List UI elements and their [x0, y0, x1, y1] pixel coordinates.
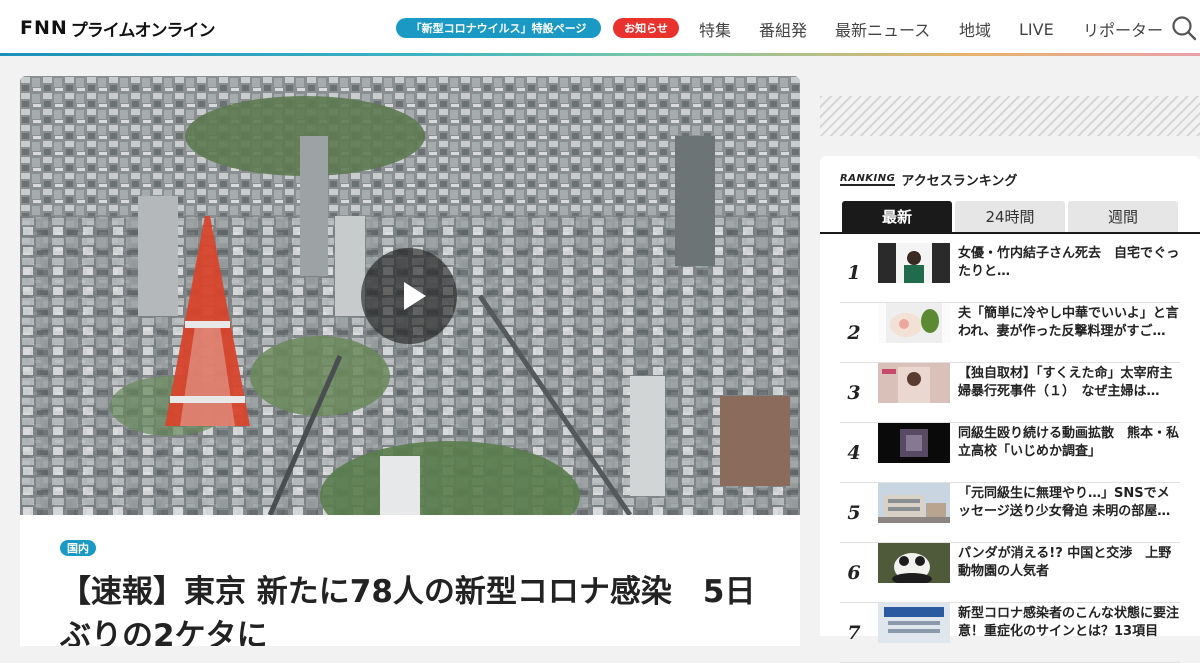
tab-24h[interactable]: 24時間	[955, 201, 1065, 232]
ranking-item[interactable]: 5 「元同級生に無理やり…」SNSでメッセージ送り少女脅迫 未明の部屋…	[840, 483, 1180, 543]
ranking-header: RANKING アクセスランキング	[840, 170, 1017, 189]
ranking-item[interactable]: 3 【独自取材】「すくえた命」太宰府主婦暴行死事件（１） なぜ主婦は…	[840, 363, 1180, 423]
ranking-item[interactable]: 4 同級生殴り続ける動画拡散 熊本・私立高校「いじめか調査」	[840, 423, 1180, 483]
ranking-thumbnail	[878, 243, 950, 283]
ranking-headline: 「元同級生に無理やり…」SNSでメッセージ送り少女脅迫 未明の部屋…	[958, 486, 1171, 519]
rank-number: 4	[847, 442, 861, 464]
ranking-panel: RANKING アクセスランキング 最新 24時間 週間 1 女優・竹内結子さん…	[820, 156, 1200, 663]
nav-features[interactable]: 特集	[699, 18, 731, 40]
ranking-thumbnail	[878, 603, 950, 643]
ranking-item[interactable]: 1 女優・竹内結子さん死去 自宅でぐったりと…	[840, 243, 1180, 303]
ranking-item[interactable]: 2 夫「簡単に冷やし中華でいいよ」と言われ、妻が作った反撃料理がすご…	[840, 303, 1180, 363]
rank-number: 2	[847, 322, 861, 344]
tab-latest[interactable]: 最新	[842, 201, 952, 232]
tab-weekly[interactable]: 週間	[1068, 201, 1178, 232]
play-icon	[404, 282, 426, 310]
article-headline[interactable]: 【速報】東京 新たに78人の新型コロナ感染 5日ぶりの2ケタに	[60, 570, 760, 646]
site-logo[interactable]: FNN プライムオンライン	[20, 17, 216, 41]
featured-article-card[interactable]: 国内 【速報】東京 新たに78人の新型コロナ感染 5日ぶりの2ケタに	[20, 76, 800, 646]
ranking-item[interactable]: 7 新型コロナ感染者のこんな状態に要注意！重症化のサインとは？13項目	[840, 603, 1180, 663]
ranking-headline: 女優・竹内結子さん死去 自宅でぐったりと…	[958, 246, 1180, 279]
ranking-headline: 新型コロナ感染者のこんな状態に要注意！重症化のサインとは？13項目	[958, 606, 1180, 639]
rank-number: 6	[847, 562, 861, 584]
ranking-headline: 夫「簡単に冷やし中華でいいよ」と言われ、妻が作った反撃料理がすご…	[958, 306, 1179, 339]
ranking-thumbnail	[878, 423, 950, 463]
hero-image[interactable]	[20, 76, 800, 515]
nav-live[interactable]: LIVE	[1019, 18, 1054, 40]
ranking-thumbnail	[878, 543, 950, 583]
ranking-thumbnail	[878, 483, 950, 523]
rank-number: 3	[847, 382, 861, 404]
ranking-title: アクセスランキング	[901, 174, 1018, 189]
nav-programs[interactable]: 番組発	[759, 18, 807, 40]
logo-brand: FNN	[20, 17, 68, 39]
nav-reporter[interactable]: リポーター	[1083, 18, 1163, 40]
ranking-tabs: 最新 24時間 週間	[842, 201, 1181, 232]
site-header: FNN プライムオンライン 「新型コロナウイルス」特設ページ お知らせ 特集 番…	[0, 0, 1200, 55]
notice-link[interactable]: お知らせ	[613, 18, 679, 38]
ranking-headline: 【独自取材】「すくえた命」太宰府主婦暴行死事件（１） なぜ主婦は…	[958, 366, 1173, 399]
ad-placeholder	[820, 96, 1200, 136]
nav-regions[interactable]: 地域	[959, 18, 991, 40]
ranking-thumbnail	[878, 363, 950, 403]
logo-subtitle: プライムオンライン	[70, 20, 216, 41]
rank-number: 1	[847, 262, 861, 284]
ranking-list: 1 女優・竹内結子さん死去 自宅でぐったりと… 2 夫「簡単に冷やし中華でいいよ…	[840, 243, 1180, 663]
category-badge[interactable]: 国内	[60, 540, 96, 556]
ranking-thumbnail	[878, 303, 950, 343]
header-gradient-bar	[0, 53, 1200, 56]
ranking-headline: 同級生殴り続ける動画拡散 熊本・私立高校「いじめか調査」	[958, 426, 1180, 459]
search-icon[interactable]	[1171, 15, 1197, 41]
ranking-headline: パンダが消える!? 中国と交渉 上野動物園の人気者	[958, 546, 1172, 579]
corona-special-link[interactable]: 「新型コロナウイルス」特設ページ	[396, 18, 601, 38]
ranking-badge: RANKING	[840, 173, 896, 186]
ranking-item[interactable]: 6 パンダが消える!? 中国と交渉 上野動物園の人気者	[840, 543, 1180, 603]
rank-number: 5	[847, 502, 861, 524]
nav-latest-news[interactable]: 最新ニュース	[835, 18, 930, 40]
tab-underline	[820, 232, 1200, 234]
rank-number: 7	[847, 622, 861, 644]
